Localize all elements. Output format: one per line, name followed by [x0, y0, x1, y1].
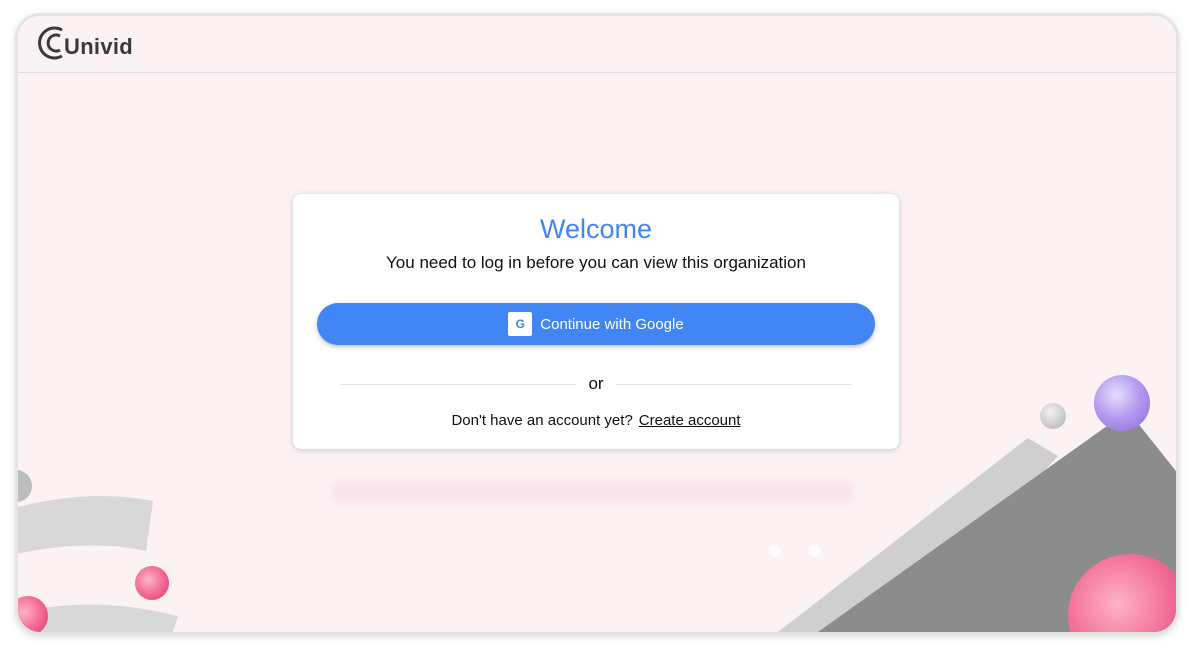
create-account-link[interactable]: Create account — [639, 412, 741, 429]
login-required-message: You need to log in before you can view t… — [386, 253, 806, 272]
signup-prompt: Don't have an account yet? — [451, 412, 633, 429]
app-window: Univid Welcome You need to log in before… — [18, 16, 1176, 632]
google-icon: G — [508, 312, 533, 336]
brand-name: Univid — [64, 34, 134, 59]
welcome-title: Welcome — [539, 214, 653, 244]
continue-with-google-button[interactable]: G Continue with Google — [317, 303, 875, 345]
google-button-label: Continue with Google — [540, 315, 684, 333]
signup-prompt-row: Don't have an account yet? Create account — [293, 412, 899, 429]
login-card: Welcome You need to log in before you ca… — [293, 194, 899, 449]
top-bar: Univid — [18, 16, 1176, 73]
divider-right — [616, 384, 852, 385]
google-icon-letter: G — [515, 317, 525, 331]
univid-logo[interactable]: Univid — [38, 26, 133, 60]
card-reflection — [333, 481, 853, 503]
